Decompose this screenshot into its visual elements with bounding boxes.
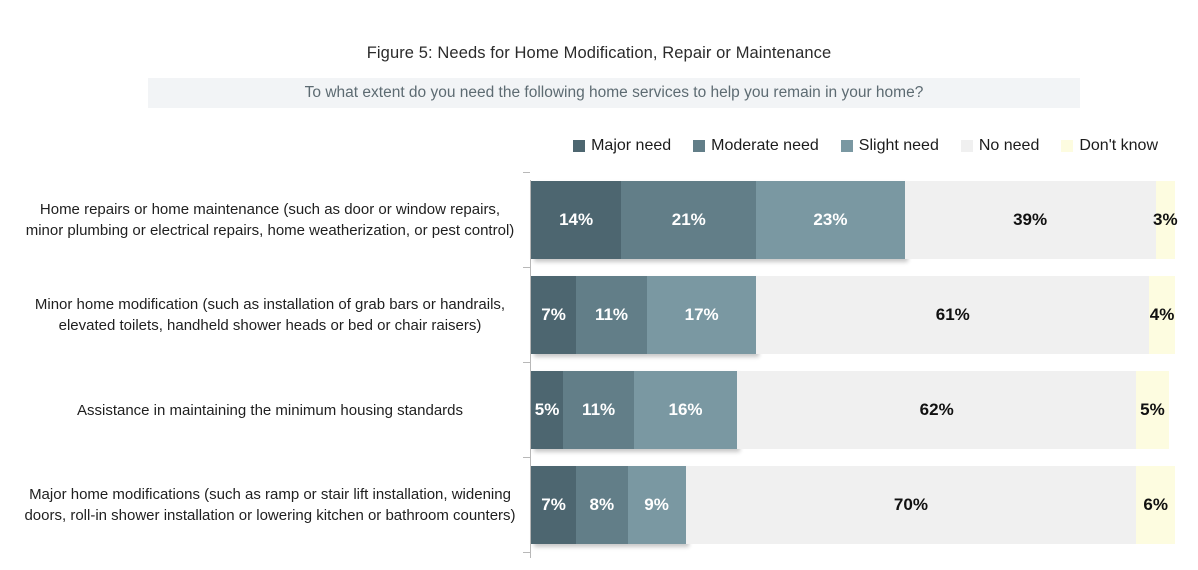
axis-tick [523, 267, 530, 268]
segment-value-label: 4% [1149, 305, 1175, 324]
bar-segment-slight-need[interactable]: 16% [634, 371, 738, 449]
segment-value-label: 23% [813, 210, 848, 229]
bar-segment-moderate-need[interactable]: 8% [576, 466, 628, 544]
legend-item-label: Major need [591, 137, 672, 154]
bar-segment-major-need[interactable]: 14% [531, 181, 622, 259]
segment-value-label: 7% [541, 305, 566, 324]
legend-item-label: Moderate need [711, 137, 819, 154]
subtitle-text: To what extent do you need the following… [304, 84, 924, 101]
bar-segment-moderate-need[interactable]: 11% [563, 371, 635, 449]
plot-area: Home repairs or home maintenance (such a… [0, 172, 1198, 564]
legend-swatch-icon [573, 140, 586, 152]
bar-segment-no-need[interactable]: 62% [737, 371, 1137, 449]
segment-value-label: 39% [1013, 210, 1048, 229]
page-title: Figure 5: Needs for Home Modification, R… [366, 44, 832, 62]
bar-segment-major-need[interactable]: 7% [531, 466, 577, 544]
segment-value-label: 14% [559, 210, 594, 229]
stacked-bar: 7% 11% 17% 61% 4% [531, 276, 1175, 354]
bar-segment-no-need[interactable]: 61% [756, 276, 1150, 354]
bar-segment-slight-need[interactable]: 17% [646, 276, 757, 354]
axis-tick [523, 362, 530, 363]
bar-segment-moderate-need[interactable]: 11% [576, 276, 647, 354]
segment-value-label: 70% [893, 495, 928, 514]
bar-segment-major-need[interactable]: 7% [531, 276, 577, 354]
legend-item-no-need[interactable]: No need [960, 137, 1040, 155]
segment-value-label: 62% [919, 400, 954, 419]
bar-segment-don-t-know[interactable]: 5% [1136, 371, 1169, 449]
legend-item-slight-need[interactable]: Slight need [840, 137, 939, 155]
stacked-bar: 14% 21% 23% 39% 3% [531, 181, 1178, 259]
segment-value-label: 11% [582, 400, 616, 419]
legend-item-don-t-know[interactable]: Don't know [1061, 137, 1158, 155]
segment-value-label: 21% [671, 210, 706, 229]
segment-value-label: 16% [668, 400, 703, 419]
segment-value-label: 3% [1153, 210, 1178, 229]
axis-tick [523, 552, 530, 553]
stacked-bar: 7% 8% 9% 70% 6% [531, 466, 1175, 544]
legend-item-label: Slight need [858, 137, 939, 154]
segment-value-label: 5% [1140, 400, 1165, 419]
legend-item-label: No need [978, 137, 1040, 154]
bar-segment-moderate-need[interactable]: 21% [621, 181, 757, 259]
segment-value-label: 9% [644, 495, 669, 514]
segment-value-label: 7% [541, 495, 566, 514]
segment-value-label: 17% [684, 305, 719, 324]
legend-swatch-icon [960, 140, 973, 152]
bar-segment-don-t-know[interactable]: 3% [1153, 181, 1178, 259]
category-label: Assistance in maintaining the minimum ho… [76, 401, 464, 419]
legend-item-major-need[interactable]: Major need [573, 137, 671, 155]
bar-rows: Home repairs or home maintenance (such a… [0, 172, 1198, 564]
chart-legend: Major need Moderate need Slight need No nee… [0, 137, 1178, 155]
category-label: Major home modifications (such as ramp o… [24, 486, 516, 524]
legend-item-moderate-need[interactable]: Moderate need [693, 137, 819, 155]
segment-value-label: 6% [1143, 495, 1168, 514]
bar-segment-no-need[interactable]: 39% [904, 181, 1156, 259]
category-label: Minor home modification (such as install… [34, 296, 506, 334]
bar-segment-no-need[interactable]: 70% [685, 466, 1137, 544]
segment-value-label: 5% [534, 400, 560, 419]
legend-item-label: Don't know [1079, 137, 1158, 154]
segment-value-label: 11% [594, 305, 629, 324]
legend-swatch-icon [1061, 140, 1074, 152]
legend-swatch-icon [693, 140, 706, 152]
bar-segment-don-t-know[interactable]: 6% [1136, 466, 1175, 544]
stacked-bar: 5% 11% 16% 62% 5% [531, 371, 1175, 449]
segment-value-label: 61% [935, 305, 970, 324]
category-label: Home repairs or home maintenance (such a… [25, 201, 515, 239]
bar-segment-slight-need[interactable]: 23% [756, 181, 905, 259]
bar-segment-slight-need[interactable]: 9% [627, 466, 686, 544]
bar-segment-don-t-know[interactable]: 4% [1149, 276, 1175, 354]
legend-swatch-icon [840, 140, 853, 152]
subtitle-banner: To what extent do you need the following… [148, 78, 1080, 108]
axis-tick [523, 457, 530, 458]
axis-tick [523, 172, 530, 173]
segment-value-label: 8% [589, 495, 615, 514]
bar-segment-major-need[interactable]: 5% [531, 371, 564, 449]
